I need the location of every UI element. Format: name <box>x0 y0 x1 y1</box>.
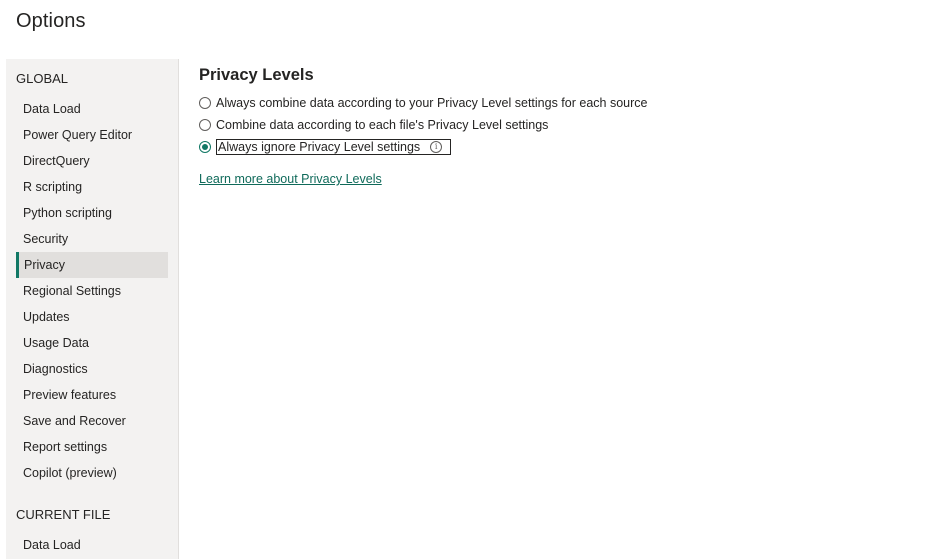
sidebar-item-directquery[interactable]: DirectQuery <box>16 148 168 174</box>
sidebar-item-python-scripting[interactable]: Python scripting <box>16 200 168 226</box>
sidebar-item-diagnostics[interactable]: Diagnostics <box>16 356 168 382</box>
radio-always-combine[interactable] <box>199 97 211 109</box>
option-combine-per-file-label: Combine data according to each file's Pr… <box>216 118 549 132</box>
dialog-title: Options <box>16 10 86 32</box>
sidebar-item-report-settings[interactable]: Report settings <box>16 434 168 460</box>
sidebar-item-security[interactable]: Security <box>16 226 168 252</box>
learn-more-privacy-link[interactable]: Learn more about Privacy Levels <box>199 172 382 186</box>
sidebar-item-usage-data[interactable]: Usage Data <box>16 330 168 356</box>
privacy-levels-panel: Privacy Levels Always combine data accor… <box>199 64 919 186</box>
option-always-ignore-label: Always ignore Privacy Level settings <box>218 140 421 154</box>
sidebar-item-updates[interactable]: Updates <box>16 304 168 330</box>
sidebar-item-preview-features[interactable]: Preview features <box>16 382 168 408</box>
info-icon[interactable]: i <box>430 141 443 153</box>
sidebar-item-r-scripting[interactable]: R scripting <box>16 174 168 200</box>
global-section-heading: GLOBAL <box>16 71 69 86</box>
sidebar-item-data-load[interactable]: Data Load <box>16 96 168 122</box>
option-always-ignore[interactable]: Always ignore Privacy Level settings i <box>199 138 452 156</box>
sidebar-item-power-query-editor[interactable]: Power Query Editor <box>16 122 168 148</box>
options-sidebar: GLOBAL Data Load Power Query Editor Dire… <box>6 59 179 559</box>
option-always-combine[interactable]: Always combine data according to your Pr… <box>199 94 647 112</box>
sidebar-item-privacy[interactable]: Privacy <box>16 252 168 278</box>
sidebar-item-save-and-recover[interactable]: Save and Recover <box>16 408 168 434</box>
radio-combine-per-file[interactable] <box>199 119 211 131</box>
page-title: Privacy Levels <box>199 66 314 84</box>
radio-always-ignore[interactable] <box>199 141 211 153</box>
sidebar-item-regional-settings[interactable]: Regional Settings <box>16 278 168 304</box>
current-file-section-heading: CURRENT FILE <box>16 507 111 522</box>
option-always-combine-label: Always combine data according to your Pr… <box>216 96 648 110</box>
sidebar-item-copilot-preview[interactable]: Copilot (preview) <box>16 460 168 486</box>
sidebar-item-current-file-data-load[interactable]: Data Load <box>16 532 168 558</box>
option-combine-per-file[interactable]: Combine data according to each file's Pr… <box>199 116 548 134</box>
option-always-ignore-focus: Always ignore Privacy Level settings i <box>216 139 452 155</box>
